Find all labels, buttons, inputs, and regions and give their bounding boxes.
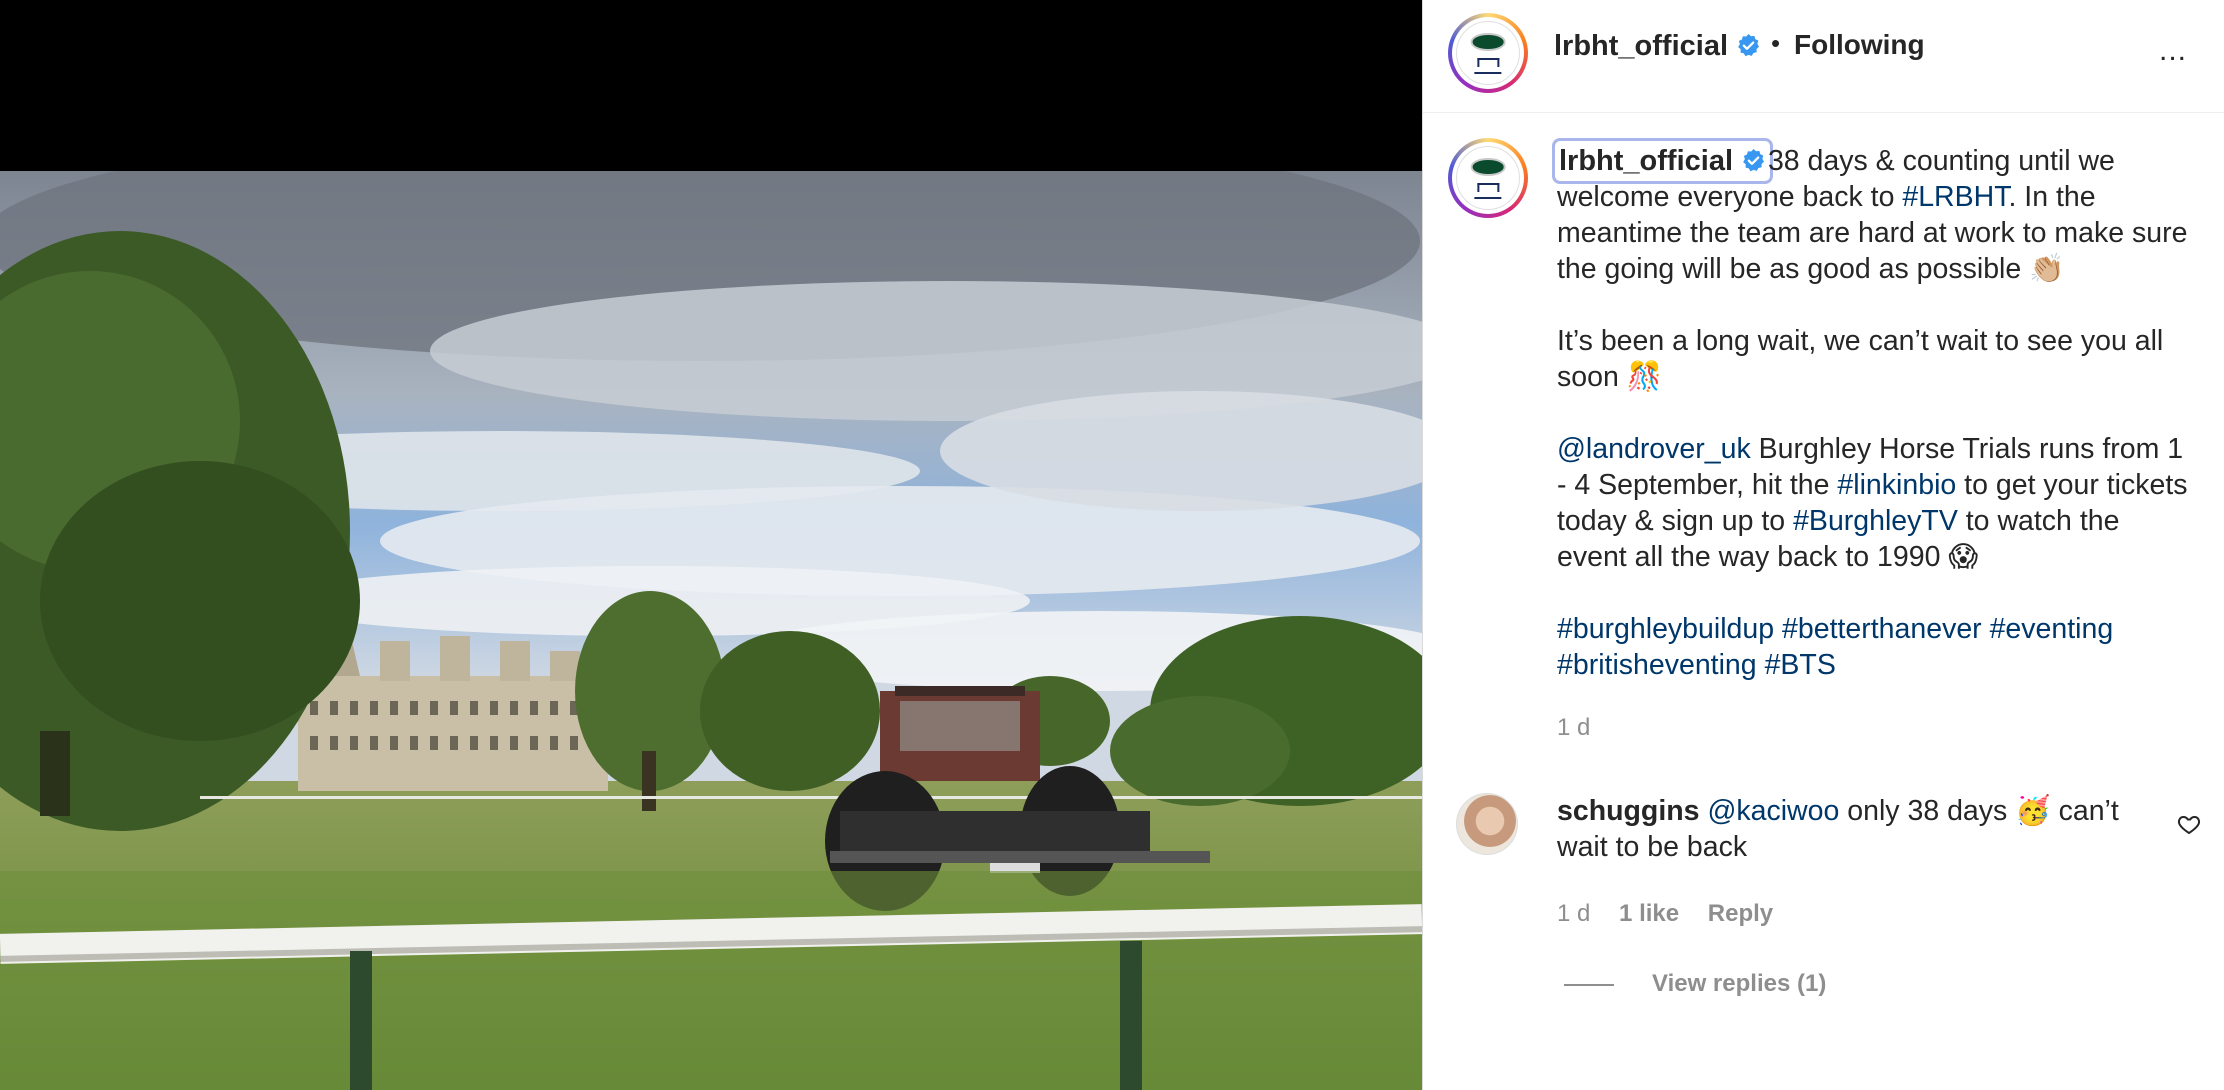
- caption-username-box[interactable]: lrbht_official: [1552, 138, 1773, 184]
- mention-link[interactable]: @kaciwoo: [1707, 795, 1839, 827]
- verified-badge-icon: [1743, 149, 1764, 172]
- view-replies-button[interactable]: View replies (1): [1564, 970, 1826, 998]
- caption-avatar[interactable]: [1448, 138, 1528, 218]
- caption-paragraph-1: lrbht_official 38 days & counting until …: [1552, 138, 2197, 287]
- caption-hashtags: #burghleybuildup #betterthanever #eventi…: [1557, 611, 2197, 683]
- verified-badge-icon: [1738, 34, 1760, 57]
- reply-button[interactable]: Reply: [1708, 900, 1773, 927]
- author-username[interactable]: lrbht_official: [1554, 30, 1728, 62]
- comment-meta: 1 d 1 like Reply: [1557, 900, 1795, 928]
- hashtag-link[interactable]: #betterthanever: [1782, 613, 1982, 645]
- post-media[interactable]: [0, 0, 1422, 1090]
- hashtag-link[interactable]: #linkinbio: [1837, 469, 1956, 501]
- post-photo: [0, 171, 1422, 1090]
- more-options-icon[interactable]: ...: [2159, 34, 2187, 68]
- comment-timestamp[interactable]: 1 d: [1557, 900, 1590, 927]
- caption-paragraph-2: It’s been a long wait, we can’t wait to …: [1557, 325, 2164, 393]
- post-side-panel: lrbht_official • Following ... lrbht_off…: [1422, 0, 2224, 1090]
- hashtag-link[interactable]: #britisheventing: [1557, 649, 1757, 681]
- author-avatar[interactable]: [1448, 13, 1528, 93]
- replies-divider-line: [1564, 983, 1614, 986]
- hashtag-link[interactable]: #BTS: [1765, 649, 1836, 681]
- header-username-wrap: lrbht_official: [1554, 30, 1761, 63]
- view-replies-label[interactable]: View replies (1): [1652, 970, 1826, 997]
- commenter-username[interactable]: schuggins: [1557, 795, 1700, 827]
- caption-timestamp[interactable]: 1 d: [1557, 714, 1590, 742]
- hashtag-link[interactable]: #LRBHT: [1902, 181, 2008, 213]
- comment-item: schuggins @kaciwoo only 38 days 🥳 can’t …: [1557, 793, 2157, 865]
- hashtag-link[interactable]: #eventing: [1990, 613, 2114, 645]
- caption-username[interactable]: lrbht_official: [1559, 145, 1733, 177]
- hashtag-link[interactable]: #BurghleyTV: [1793, 505, 1958, 537]
- commenter-avatar[interactable]: [1456, 793, 1518, 855]
- hashtag-link[interactable]: #burghleybuildup: [1557, 613, 1774, 645]
- following-button[interactable]: Following: [1794, 29, 1925, 61]
- header-separator: •: [1771, 28, 1781, 58]
- post-header: lrbht_official • Following ...: [1423, 0, 2224, 113]
- comment-likes[interactable]: 1 like: [1619, 900, 1679, 927]
- caption-paragraph-3: @landrover_uk Burghley Horse Trials runs…: [1557, 431, 2197, 575]
- heart-icon[interactable]: [2177, 812, 2201, 836]
- post-caption: lrbht_official 38 days & counting until …: [1552, 138, 2197, 683]
- mention-link[interactable]: @landrover_uk: [1557, 433, 1751, 465]
